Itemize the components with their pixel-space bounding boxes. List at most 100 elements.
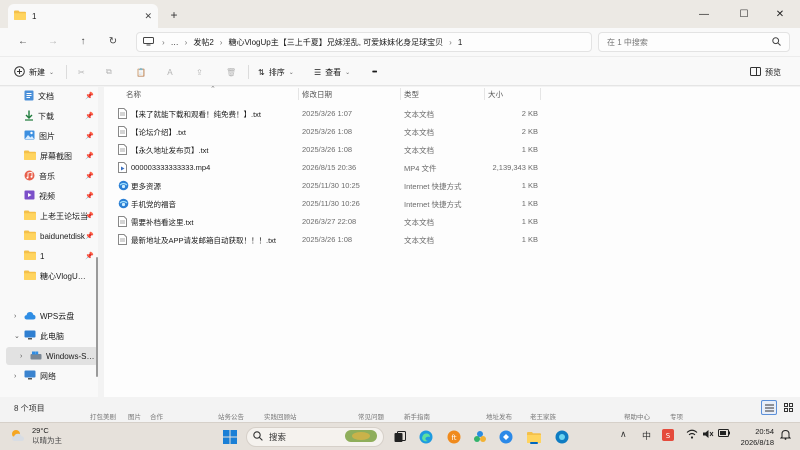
- app-orange-icon[interactable]: ft: [446, 429, 462, 445]
- file-row[interactable]: 最新地址及APP请发邮箱自动获取！！！.txt 2025/3/26 1:08 文…: [116, 231, 542, 249]
- sidebar-item-this-pc[interactable]: ⌄ 此电脑: [6, 327, 98, 345]
- file-date: 2025/3/26 1:08: [302, 235, 353, 244]
- more-options-button[interactable]: •••: [372, 64, 377, 80]
- sidebar-item-folder[interactable]: 上老王论坛当 📌: [6, 207, 98, 225]
- start-icon[interactable]: [222, 429, 238, 445]
- refresh-icon[interactable]: ↻: [104, 34, 122, 50]
- column-header-date[interactable]: 修改日期: [302, 87, 332, 101]
- minimize-button[interactable]: —: [684, 0, 724, 28]
- sidebar-item-network[interactable]: › 网络: [6, 367, 98, 385]
- sidebar-item-screenshots[interactable]: 屏幕截图 📌: [6, 147, 98, 165]
- clock[interactable]: 20:54 2026/8/18: [728, 426, 774, 448]
- preview-button[interactable]: 预览: [750, 64, 781, 80]
- sidebar-item-baidunetdisk[interactable]: baidunetdisk 📌: [6, 227, 98, 245]
- column-divider[interactable]: [298, 88, 299, 100]
- file-date: 2026/3/27 22:08: [302, 217, 357, 226]
- cut-icon[interactable]: ✂: [78, 64, 85, 80]
- task-view-icon[interactable]: [392, 429, 408, 445]
- file-row[interactable]: 更多资源 2025/11/30 10:25 Internet 快捷方式 1 KB: [116, 177, 542, 195]
- column-header-name[interactable]: 名称: [126, 87, 141, 101]
- column-divider[interactable]: [484, 88, 485, 100]
- breadcrumb-chevron-icon: ›: [219, 37, 223, 47]
- share-icon[interactable]: ⇪: [196, 64, 203, 80]
- breadcrumb-item[interactable]: 发帖2: [193, 37, 213, 48]
- navigation-pane: 文档 📌 下载 📌 图片 📌 屏幕截图 📌 音乐 📌 视频 📌 上老王论坛当 📌…: [0, 87, 98, 397]
- forward-arrow-icon[interactable]: →: [44, 34, 62, 50]
- sidebar-item-label: 音乐: [39, 171, 55, 181]
- breadcrumb-item-current[interactable]: 1: [458, 38, 462, 47]
- search-placeholder: 在 1 中搜索: [607, 37, 648, 47]
- taskbar-search-box[interactable]: 搜索: [246, 427, 384, 447]
- file-row[interactable]: 【论坛介绍】.txt 2025/3/26 1:08 文本文档 2 KB: [116, 123, 542, 141]
- back-arrow-icon[interactable]: ←: [14, 34, 32, 50]
- file-row[interactable]: 000003333333333.mp4 2026/8/15 20:36 MP4 …: [116, 159, 542, 177]
- column-header-size[interactable]: 大小: [488, 87, 503, 101]
- paste-icon[interactable]: 📋: [136, 64, 146, 80]
- file-row[interactable]: 【来了就能下载和观看！纯免费！】.txt 2025/3/26 1:07 文本文档…: [116, 105, 542, 123]
- search-box[interactable]: 在 1 中搜索: [598, 32, 790, 52]
- new-tab-button[interactable]: +: [166, 7, 182, 23]
- sort-icon: ⇅: [258, 67, 265, 77]
- internet-shortcut-icon: [118, 198, 129, 211]
- delete-icon[interactable]: 🗑: [226, 64, 236, 80]
- column-divider[interactable]: [540, 88, 541, 100]
- column-header-type[interactable]: 类型: [404, 87, 419, 101]
- folder-icon: [24, 210, 36, 222]
- file-date: 2025/11/30 10:26: [302, 199, 360, 208]
- breadcrumb-item[interactable]: 糖心VlogUp主【三上千夏】兄妹淫乱, 可爱妹妹化身足球宝贝: [228, 37, 443, 48]
- file-name: 更多资源: [131, 182, 161, 191]
- copy-icon[interactable]: ⧉: [106, 64, 112, 80]
- sidebar-item-downloads[interactable]: 下载 📌: [6, 107, 98, 125]
- sidebar-item-folder-1[interactable]: 1 📌: [6, 247, 98, 265]
- chevron-right-icon[interactable]: ›: [20, 353, 22, 360]
- chevron-down-icon[interactable]: ⌄: [14, 332, 20, 340]
- rename-icon[interactable]: Ａ: [166, 64, 174, 80]
- maximize-button[interactable]: ☐: [724, 0, 764, 28]
- sidebar-item-documents[interactable]: 文档 📌: [6, 87, 98, 105]
- column-divider[interactable]: [400, 88, 401, 100]
- wps-tray-icon[interactable]: S: [662, 429, 674, 443]
- ime-mode[interactable]: 中: [642, 429, 651, 442]
- sidebar-item-music[interactable]: 音乐 📌: [6, 167, 98, 185]
- sidebar-item-wps-cloud[interactable]: › WPS云盘: [6, 307, 98, 325]
- sidebar-item-label: 屏幕截图: [40, 151, 72, 161]
- network-icon: [24, 370, 36, 382]
- sidebar-item-videos[interactable]: 视频 📌: [6, 187, 98, 205]
- file-explorer-icon[interactable]: [526, 429, 542, 445]
- speaker-muted-icon[interactable]: [702, 429, 714, 441]
- file-row[interactable]: 手机党的福音 2025/11/30 10:26 Internet 快捷方式 1 …: [116, 195, 542, 213]
- wifi-icon[interactable]: [686, 429, 698, 441]
- file-type: MP4 文件: [404, 164, 437, 173]
- sort-button[interactable]: ⇅ 排序 ⌄: [258, 64, 294, 80]
- sidebar-item-label: 上老王论坛当: [40, 211, 88, 221]
- notification-bell-icon[interactable]: [779, 429, 792, 442]
- tab-close-icon[interactable]: ✕: [144, 11, 152, 22]
- sidebar-item-vlog-folder[interactable]: 糖心VlogUp主: [6, 267, 98, 285]
- weather-widget[interactable]: 29°C 以晴为主: [10, 426, 62, 446]
- file-row[interactable]: 【永久地址发布页】.txt 2025/3/26 1:08 文本文档 1 KB: [116, 141, 542, 159]
- chevron-right-icon[interactable]: ›: [14, 313, 16, 320]
- address-bar[interactable]: › … › 发帖2 › 糖心VlogUp主【三上千夏】兄妹淫乱, 可爱妹妹化身足…: [136, 32, 592, 52]
- edge-alt-icon[interactable]: [554, 429, 570, 445]
- sidebar-item-pictures[interactable]: 图片 📌: [6, 127, 98, 145]
- app-blue-icon[interactable]: [498, 429, 514, 445]
- app-flower-icon[interactable]: [472, 429, 488, 445]
- view-button[interactable]: ☰ 查看 ⌄: [314, 64, 350, 80]
- tab-folder-1[interactable]: 1 ✕: [8, 4, 158, 28]
- file-row[interactable]: 需要补档看这里.txt 2026/3/27 22:08 文本文档 1 KB: [116, 213, 542, 231]
- cloud-icon: [24, 311, 36, 322]
- file-list: 名称 修改日期 类型 大小 ⌃ 【来了就能下载和观看！纯免费！】.txt 202…: [104, 86, 800, 397]
- tray-overflow-icon[interactable]: ∧: [620, 429, 627, 440]
- file-name: 【来了就能下载和观看！纯免费！】.txt: [131, 110, 262, 119]
- close-window-button[interactable]: ✕: [760, 0, 800, 28]
- new-button[interactable]: 新建 ⌄: [14, 64, 54, 80]
- file-size: 1 KB: [521, 217, 538, 226]
- divider: [66, 65, 67, 79]
- sidebar-item-windows-ssd[interactable]: › Windows-SSD: [6, 347, 98, 365]
- text-file-icon: [118, 234, 127, 247]
- chevron-right-icon[interactable]: ›: [14, 373, 16, 380]
- sidebar-scrollbar[interactable]: [96, 257, 98, 377]
- breadcrumb-overflow[interactable]: …: [171, 38, 179, 47]
- edge-browser-icon[interactable]: [418, 429, 434, 445]
- up-arrow-icon[interactable]: ↑: [74, 34, 92, 50]
